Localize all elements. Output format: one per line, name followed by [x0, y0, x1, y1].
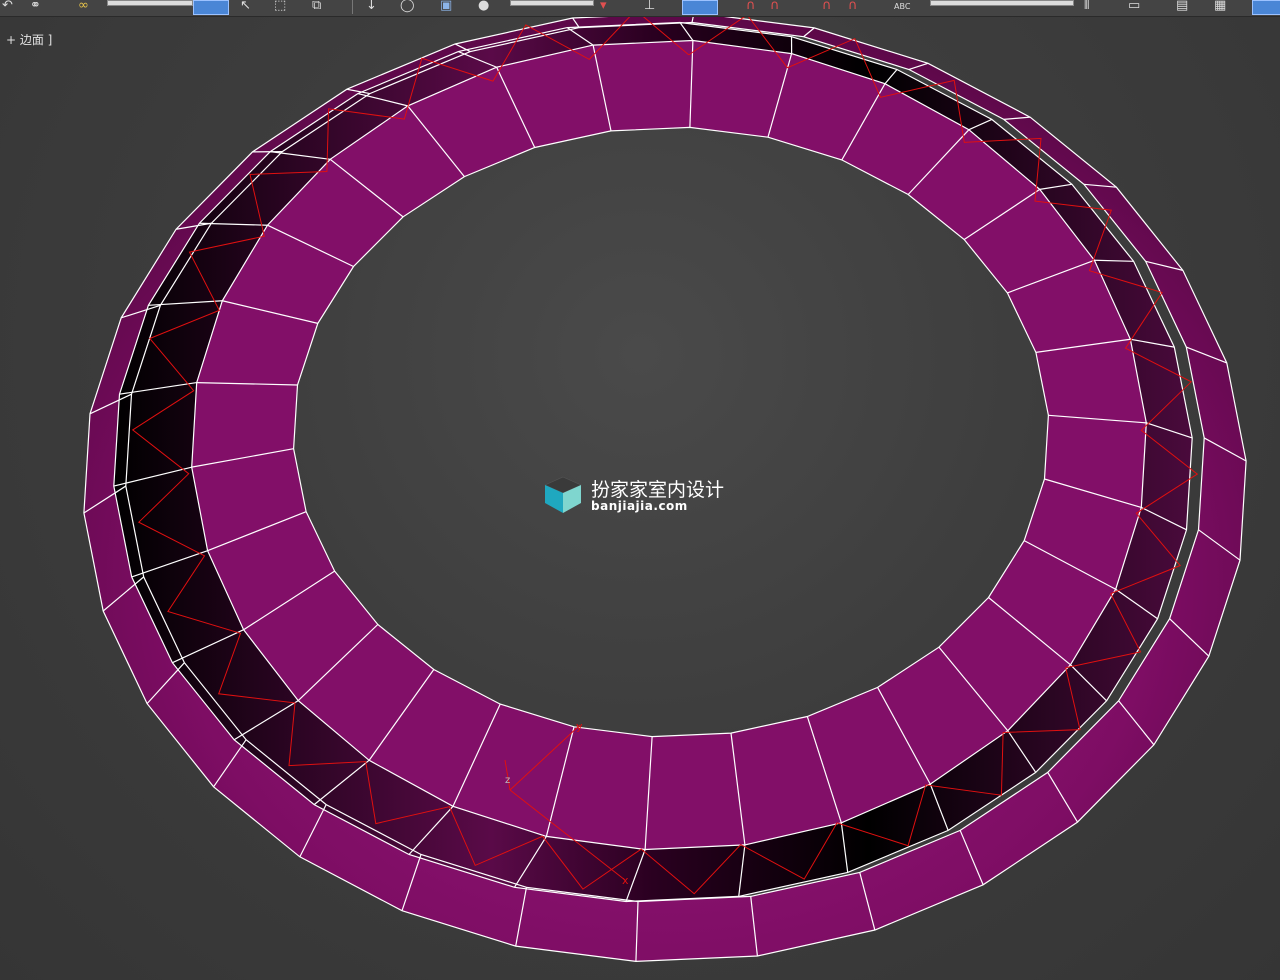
magnet-icon-4[interactable]: ∩ [848, 0, 858, 14]
ring-top-face[interactable] [191, 40, 1147, 850]
main-toolbar: ↶ ⚭ ∞ ↖ ⬚ ⧉ ↓ ◯ ▣ ● ▾ ⊥ ∩ ∩ ∩ ∩ ABC ⫴ ▭ … [0, 0, 1280, 17]
gizmo-x-label: x [622, 874, 629, 887]
window-crossing-icon[interactable]: ⧉ [312, 0, 321, 14]
gizmo-z-label: z [505, 775, 510, 786]
reference-coord-dropdown[interactable] [510, 0, 594, 6]
gizmo-y-label: y [576, 720, 583, 733]
material-editor-icon[interactable]: ▦ [1214, 0, 1226, 14]
undo-icon[interactable]: ↶ [2, 0, 13, 14]
viewport-label[interactable]: + 边面 ] [6, 31, 52, 48]
snap-icon[interactable]: ▾ [600, 0, 607, 14]
spell-check-icon[interactable]: ABC [894, 3, 910, 16]
watermark: 扮家家室内设计 banjiajia.com [543, 475, 743, 515]
layer-icon[interactable]: ⫴ [1084, 0, 1089, 14]
schematic-icon[interactable]: ▤ [1176, 0, 1188, 14]
toolbar-divider [352, 0, 353, 14]
region-select-icon[interactable]: ⬚ [274, 0, 286, 14]
rotate-icon[interactable]: ◯ [400, 0, 415, 14]
render-icon[interactable] [1252, 0, 1280, 15]
watermark-url: banjiajia.com [591, 499, 688, 513]
mirror-icon[interactable]: ⊥ [644, 0, 655, 14]
select-move-icon[interactable]: ↖ [240, 0, 251, 14]
magnet-icon-3[interactable]: ∩ [822, 0, 832, 14]
sphere-icon[interactable]: ● [478, 0, 489, 14]
watermark-title: 扮家家室内设计 [591, 479, 725, 501]
perspective-viewport[interactable]: y x z + 边面 ] 扮家家室内设计 banjiajia.com [0, 17, 1280, 980]
named-selection-dropdown[interactable] [930, 0, 1074, 6]
scale-icon[interactable]: ▣ [440, 0, 452, 14]
selection-filter-dropdown[interactable] [107, 0, 193, 6]
link-icon[interactable]: ⚭ [30, 0, 41, 14]
select-icon[interactable] [193, 0, 229, 15]
curve-editor-icon[interactable]: ▭ [1128, 0, 1140, 14]
move-icon[interactable]: ↓ [366, 0, 377, 14]
bind-icon[interactable]: ∞ [78, 0, 89, 14]
mesh-edge [292, 126, 1050, 738]
watermark-logo-icon [544, 476, 582, 513]
magnet-icon-1[interactable]: ∩ [746, 0, 756, 14]
align-icon[interactable] [682, 0, 718, 15]
magnet-icon-2[interactable]: ∩ [770, 0, 780, 14]
